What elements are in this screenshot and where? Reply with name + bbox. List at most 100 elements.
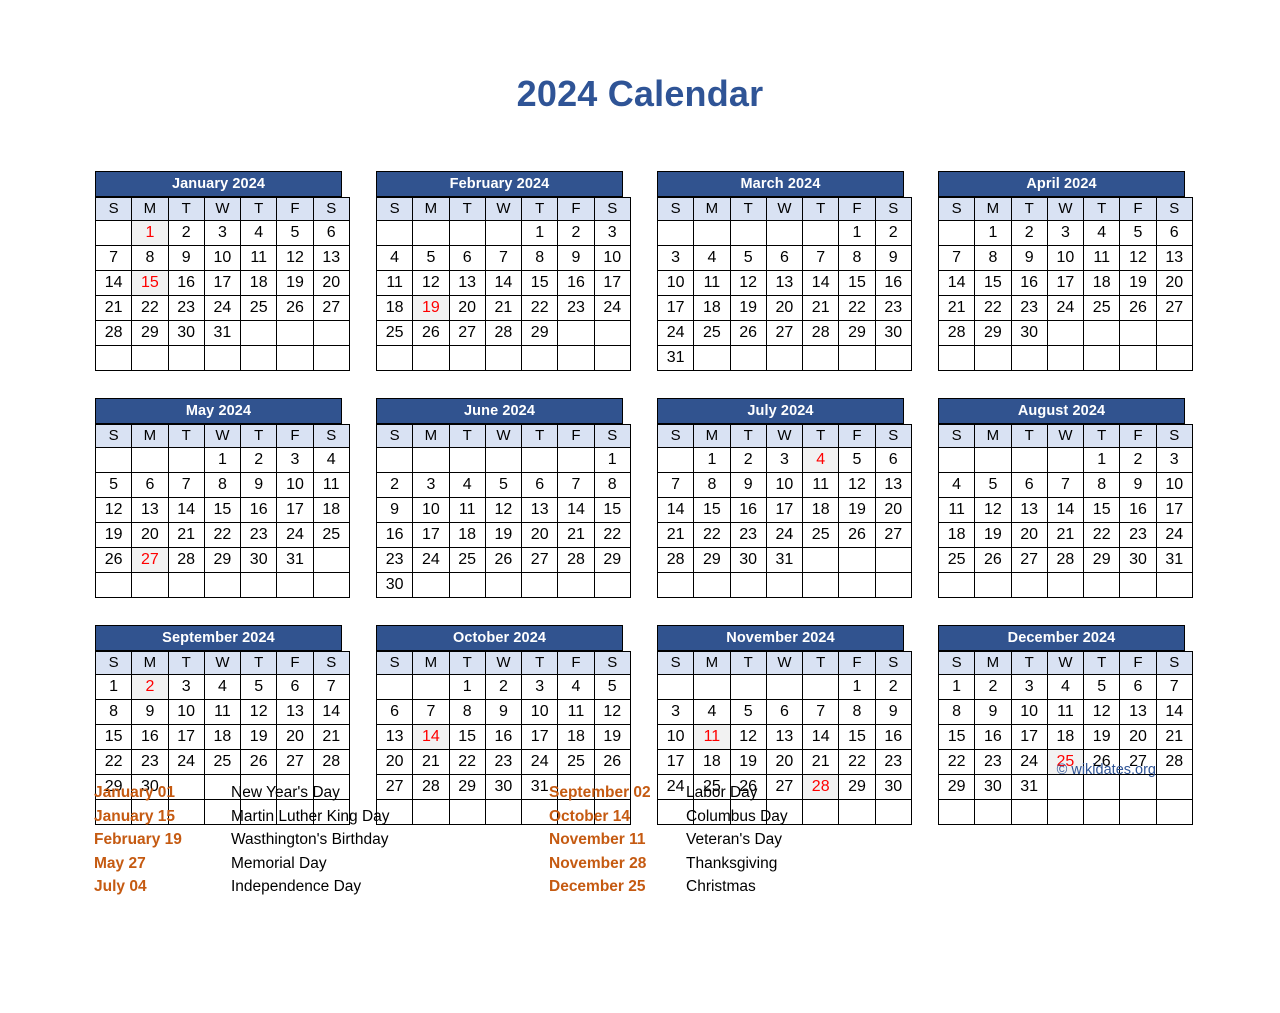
day-cell[interactable]: 9 <box>874 699 912 726</box>
day-cell[interactable]: 16 <box>557 270 595 297</box>
day-cell[interactable]: 21 <box>1155 724 1193 751</box>
day-cell[interactable]: 24 <box>1046 295 1085 322</box>
day-cell[interactable]: 1 <box>521 220 559 247</box>
day-cell[interactable]: 13 <box>521 497 559 524</box>
day-cell[interactable]: 10 <box>1046 245 1085 272</box>
day-cell[interactable]: 24 <box>1010 749 1048 776</box>
day-cell[interactable]: 8 <box>203 472 242 499</box>
day-cell[interactable]: 23 <box>131 749 169 776</box>
day-cell[interactable]: 17 <box>656 749 695 776</box>
day-cell[interactable]: 22 <box>838 295 876 322</box>
day-cell[interactable]: 22 <box>937 749 976 776</box>
day-cell[interactable]: 16 <box>484 724 523 751</box>
day-cell[interactable]: 13 <box>1155 245 1193 272</box>
day-cell[interactable]: 22 <box>974 295 1012 322</box>
day-cell[interactable]: 9 <box>375 497 414 524</box>
day-cell[interactable]: 15 <box>203 497 242 524</box>
day-cell[interactable]: 27 <box>874 522 912 549</box>
day-cell[interactable]: 22 <box>1083 522 1121 549</box>
day-cell[interactable]: 20 <box>312 270 350 297</box>
day-cell[interactable]: 21 <box>1046 522 1085 549</box>
day-cell[interactable]: 7 <box>656 472 695 499</box>
day-cell[interactable]: 18 <box>802 497 840 524</box>
day-cell[interactable]: 31 <box>656 345 695 372</box>
day-cell[interactable]: 27 <box>448 320 486 347</box>
day-cell[interactable]: 22 <box>94 749 133 776</box>
day-cell[interactable]: 17 <box>412 522 450 549</box>
day-cell[interactable]: 5 <box>94 472 133 499</box>
day-cell[interactable]: 14 <box>656 497 695 524</box>
day-cell-holiday[interactable]: 14 <box>412 724 450 751</box>
day-cell[interactable]: 7 <box>937 245 976 272</box>
day-cell[interactable]: 23 <box>557 295 595 322</box>
day-cell[interactable]: 19 <box>1083 724 1121 751</box>
day-cell[interactable]: 18 <box>448 522 486 549</box>
day-cell[interactable]: 16 <box>1010 270 1048 297</box>
day-cell[interactable]: 29 <box>593 547 631 574</box>
day-cell[interactable]: 28 <box>1155 749 1193 776</box>
day-cell[interactable]: 11 <box>448 497 486 524</box>
day-cell[interactable]: 5 <box>593 674 631 701</box>
day-cell[interactable]: 22 <box>131 295 169 322</box>
day-cell[interactable]: 15 <box>838 270 876 297</box>
day-cell[interactable]: 9 <box>557 245 595 272</box>
day-cell[interactable]: 21 <box>557 522 595 549</box>
day-cell[interactable]: 18 <box>240 270 278 297</box>
day-cell[interactable]: 17 <box>203 270 242 297</box>
day-cell[interactable]: 2 <box>874 220 912 247</box>
day-cell[interactable]: 9 <box>131 699 169 726</box>
day-cell[interactable]: 7 <box>1155 674 1193 701</box>
day-cell[interactable]: 1 <box>838 674 876 701</box>
day-cell[interactable]: 13 <box>312 245 350 272</box>
day-cell[interactable]: 25 <box>240 295 278 322</box>
day-cell[interactable]: 5 <box>729 245 767 272</box>
day-cell[interactable]: 11 <box>240 245 278 272</box>
day-cell[interactable]: 26 <box>240 749 278 776</box>
day-cell[interactable]: 25 <box>937 547 976 574</box>
day-cell[interactable]: 5 <box>276 220 314 247</box>
day-cell[interactable]: 9 <box>974 699 1012 726</box>
day-cell[interactable]: 3 <box>276 447 314 474</box>
day-cell[interactable]: 2 <box>1119 447 1157 474</box>
day-cell[interactable]: 17 <box>765 497 804 524</box>
day-cell[interactable]: 25 <box>1083 295 1121 322</box>
day-cell[interactable]: 15 <box>593 497 631 524</box>
day-cell[interactable]: 3 <box>656 245 695 272</box>
day-cell-holiday[interactable]: 11 <box>693 724 731 751</box>
day-cell[interactable]: 23 <box>240 522 278 549</box>
day-cell[interactable]: 14 <box>802 724 840 751</box>
day-cell[interactable]: 3 <box>521 674 559 701</box>
day-cell[interactable]: 6 <box>1010 472 1048 499</box>
day-cell[interactable]: 21 <box>484 295 523 322</box>
day-cell[interactable]: 31 <box>765 547 804 574</box>
day-cell[interactable]: 29 <box>131 320 169 347</box>
day-cell[interactable]: 19 <box>240 724 278 751</box>
day-cell[interactable]: 5 <box>240 674 278 701</box>
day-cell[interactable]: 6 <box>765 245 804 272</box>
day-cell[interactable]: 6 <box>375 699 414 726</box>
day-cell[interactable]: 4 <box>557 674 595 701</box>
day-cell[interactable]: 9 <box>240 472 278 499</box>
day-cell[interactable]: 30 <box>1119 547 1157 574</box>
day-cell[interactable]: 3 <box>1046 220 1085 247</box>
day-cell[interactable]: 12 <box>412 270 450 297</box>
day-cell[interactable]: 24 <box>276 522 314 549</box>
day-cell[interactable]: 18 <box>203 724 242 751</box>
day-cell[interactable]: 29 <box>203 547 242 574</box>
day-cell[interactable]: 23 <box>874 295 912 322</box>
day-cell[interactable]: 10 <box>656 724 695 751</box>
day-cell[interactable]: 7 <box>802 245 840 272</box>
day-cell[interactable]: 22 <box>838 749 876 776</box>
day-cell[interactable]: 7 <box>412 699 450 726</box>
day-cell[interactable]: 13 <box>1119 699 1157 726</box>
day-cell[interactable]: 17 <box>1010 724 1048 751</box>
day-cell[interactable]: 18 <box>1046 724 1085 751</box>
day-cell[interactable]: 20 <box>521 522 559 549</box>
day-cell[interactable]: 23 <box>484 749 523 776</box>
day-cell[interactable]: 26 <box>593 749 631 776</box>
day-cell[interactable]: 5 <box>974 472 1012 499</box>
day-cell[interactable]: 21 <box>167 522 205 549</box>
day-cell[interactable]: 17 <box>167 724 205 751</box>
day-cell[interactable]: 1 <box>838 220 876 247</box>
day-cell[interactable]: 26 <box>729 320 767 347</box>
